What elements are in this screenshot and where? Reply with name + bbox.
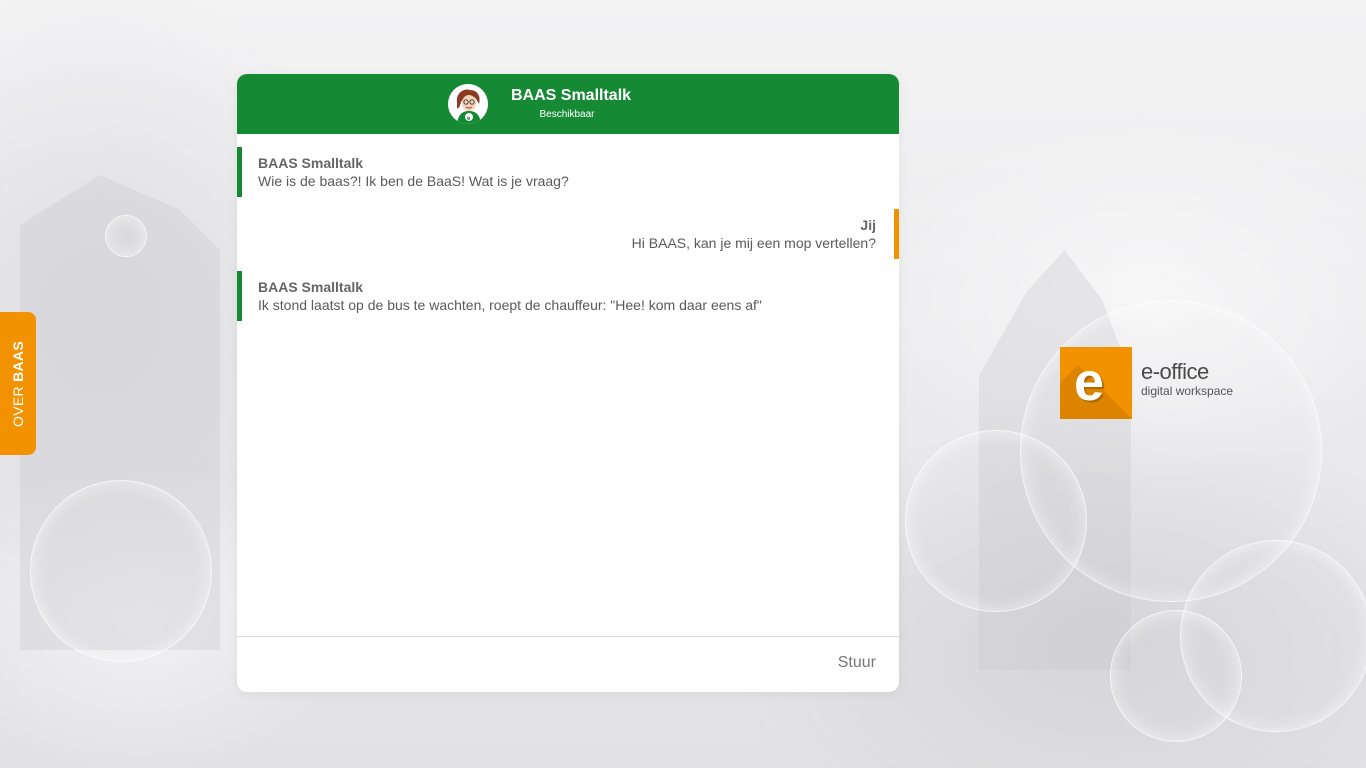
background-bubble xyxy=(105,215,147,257)
message-text: Wie is de baas?! Ik ben de BaaS! Wat is … xyxy=(258,173,569,189)
message-user: Jij Hi BAAS, kan je mij een mop vertelle… xyxy=(632,209,899,259)
message-sender: BAAS Smalltalk xyxy=(258,279,364,295)
message-input[interactable] xyxy=(253,649,817,681)
message-bot: BAAS Smalltalk Ik stond laatst op de bus… xyxy=(237,271,762,321)
message-sender: BAAS Smalltalk xyxy=(258,155,364,171)
over-baas-tab-label: OVER BAAS xyxy=(10,341,26,427)
background-bubble xyxy=(905,430,1087,612)
chat-status: Beschikbaar xyxy=(539,109,595,120)
background-building xyxy=(20,175,220,650)
message-sender: Jij xyxy=(860,217,876,233)
background-bubble xyxy=(1180,540,1366,732)
message-list: BAAS Smalltalk Wie is de baas?! Ik ben d… xyxy=(237,134,899,636)
e-office-logo: e e-office digital workspace xyxy=(1060,347,1260,419)
over-baas-tab-bold: BAAS xyxy=(10,340,26,382)
message-bot: BAAS Smalltalk Wie is de baas?! Ik ben d… xyxy=(237,147,569,197)
chat-window: e BAAS Smalltalk Beschikbaar BAAS Smallt… xyxy=(237,74,899,692)
background-building xyxy=(979,250,1131,670)
e-office-logo-name: e-office xyxy=(1141,359,1209,384)
e-office-logo-icon: e xyxy=(1060,347,1132,419)
send-button[interactable]: Stuur xyxy=(838,654,876,672)
message-text: Hi BAAS, kan je mij een mop vertellen? xyxy=(631,235,876,251)
background-bubble xyxy=(1020,300,1322,602)
e-office-logo-letter: e xyxy=(1074,352,1105,412)
e-office-logo-tagline: digital workspace xyxy=(1141,384,1234,398)
background-bubble xyxy=(30,480,212,662)
message-composer: Stuur xyxy=(237,636,899,692)
background-bubble xyxy=(1110,610,1242,742)
woman-avatar-icon: e xyxy=(448,84,488,124)
message-text: Ik stond laatst op de bus te wachten, ro… xyxy=(258,297,762,313)
over-baas-tab[interactable]: OVER BAAS xyxy=(0,312,36,455)
chat-header: e BAAS Smalltalk Beschikbaar xyxy=(237,74,899,134)
over-baas-tab-prefix: OVER xyxy=(10,385,26,427)
chat-title: BAAS Smalltalk xyxy=(511,87,632,104)
